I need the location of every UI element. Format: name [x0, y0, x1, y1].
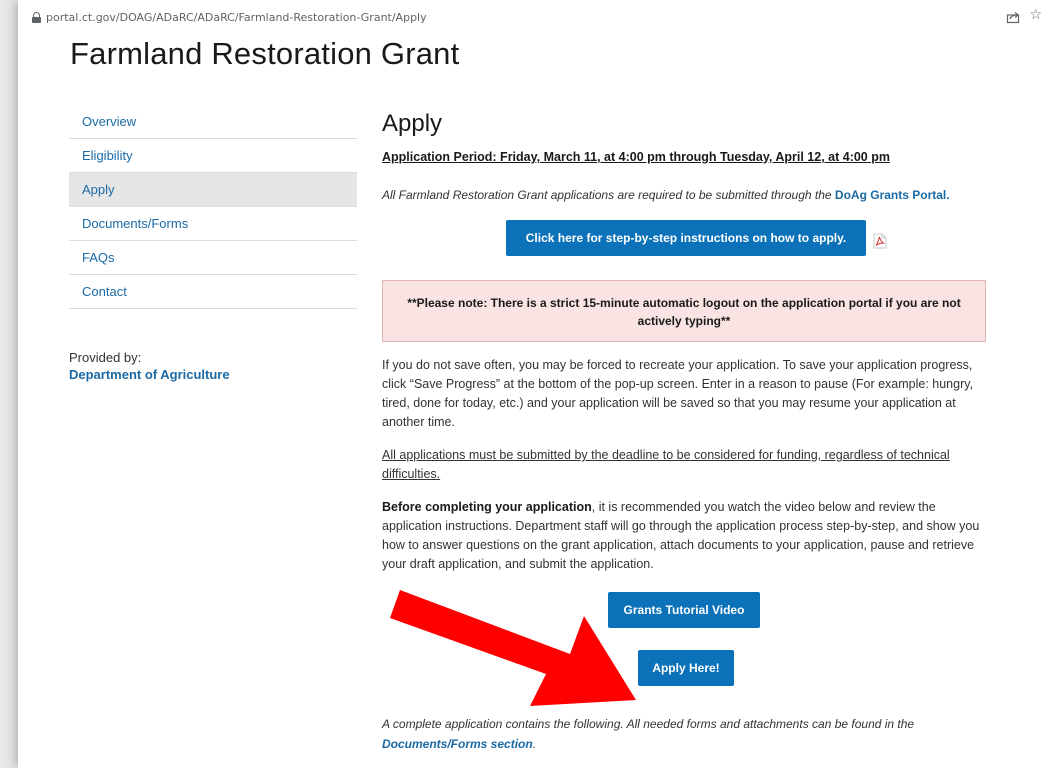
apply-here-button[interactable]: Apply Here! [638, 650, 734, 686]
provided-by: Provided by: Department of Agriculture [69, 350, 230, 382]
site-title: Farmland Restoration Grant [70, 36, 460, 71]
logout-notice: **Please note: There is a strict 15-minu… [382, 280, 986, 342]
sidebar-item-contact[interactable]: Contact [69, 275, 357, 309]
sidebar-item-documents-forms[interactable]: Documents/Forms [69, 207, 357, 241]
url-text[interactable]: portal.ct.gov/DOAG/ADaRC/ADaRC/Farmland-… [46, 11, 427, 24]
sidebar-nav: Overview Eligibility Apply Documents/For… [69, 105, 357, 309]
sidebar-item-eligibility[interactable]: Eligibility [69, 139, 357, 173]
browser-window: portal.ct.gov/DOAG/ADaRC/ADaRC/Farmland-… [18, 0, 1050, 768]
application-period: Application Period: Friday, March 11, at… [382, 150, 890, 164]
documents-forms-link[interactable]: Documents/Forms section [382, 737, 533, 751]
instructions-button[interactable]: Click here for step-by-step instructions… [506, 220, 866, 256]
address-bar[interactable]: portal.ct.gov/DOAG/ADaRC/ADaRC/Farmland-… [18, 0, 1050, 36]
sidebar-item-overview[interactable]: Overview [69, 105, 357, 139]
closing-text-end: . [532, 737, 537, 751]
deadline-paragraph: All applications must be submitted by th… [382, 448, 950, 481]
department-link[interactable]: Department of Agriculture [69, 367, 230, 382]
sidebar-item-faqs[interactable]: FAQs [69, 241, 357, 275]
lock-icon[interactable] [32, 12, 41, 23]
share-icon[interactable] [1006, 10, 1020, 24]
save-progress-paragraph: If you do not save often, you may be for… [382, 358, 974, 429]
intro-text: All Farmland Restoration Grant applicati… [382, 188, 994, 202]
pdf-icon[interactable] [873, 233, 887, 249]
star-icon[interactable]: ☆ [1029, 7, 1042, 21]
intro-text-body: All Farmland Restoration Grant applicati… [382, 188, 835, 202]
grants-portal-link[interactable]: DoAg Grants Portal. [835, 188, 950, 202]
before-completing-paragraph: Before completing your application, it i… [382, 498, 988, 574]
before-completing-lead: Before completing your application [382, 500, 592, 514]
page-heading: Apply [382, 110, 443, 137]
instructions-row: Click here for step-by-step instructions… [506, 220, 887, 256]
sidebar-item-apply[interactable]: Apply [69, 173, 357, 207]
red-arrow-icon [390, 590, 636, 706]
provided-by-label: Provided by: [69, 350, 142, 365]
main-content: Apply Application Period: Friday, March … [382, 110, 994, 751]
